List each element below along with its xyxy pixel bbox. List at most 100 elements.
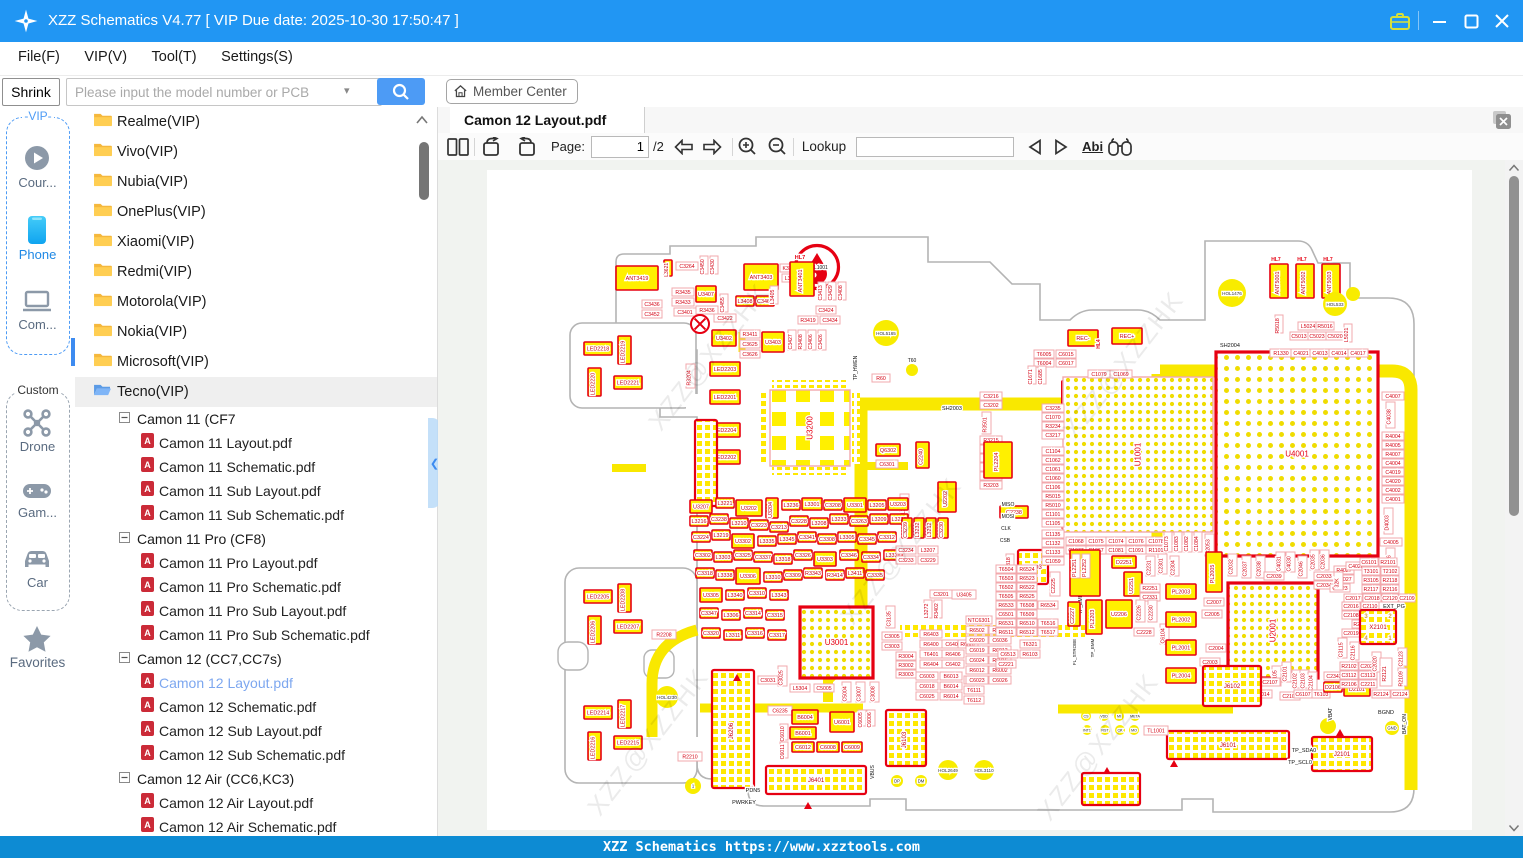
zoom-in-button[interactable] xyxy=(733,135,763,159)
abi-text-tool[interactable]: Abi xyxy=(1082,139,1103,154)
sidebar-item-game[interactable] xyxy=(22,481,52,506)
svg-text:R4005: R4005 xyxy=(1385,443,1400,449)
svg-text:C3302: C3302 xyxy=(695,553,711,559)
tree-file-row[interactable]: A Camon 11 Pro Sub Schematic.pdf xyxy=(75,623,437,647)
tree-folder-row[interactable]: Vivo(VIP) xyxy=(75,137,437,167)
svg-text:Q6302: Q6302 xyxy=(880,448,896,454)
tree-folder-row[interactable]: Redmi(VIP) xyxy=(75,257,437,287)
tree-folder-row-active[interactable]: Tecno(VIP) xyxy=(75,377,437,407)
chevron-down-icon[interactable]: ▾ xyxy=(344,84,350,97)
briefcase-icon[interactable] xyxy=(1388,9,1412,33)
find-previous-button[interactable] xyxy=(1022,135,1048,159)
tree-file-row[interactable]: A Camon 11 Schematic.pdf xyxy=(75,455,437,479)
tree-group-row[interactable]: Camon 11 Pro (CF8) xyxy=(75,527,437,551)
svg-text:LED2208: LED2208 xyxy=(621,589,627,611)
pdf-canvas-area[interactable]: U3200 U3001 U1001 U4001 U2001 WFL1001 ANT3419 L… xyxy=(438,160,1523,836)
tree-file-row[interactable]: A Camon 12 Sub Schematic.pdf xyxy=(75,743,437,767)
tree-folder-row[interactable]: Motorola(VIP) xyxy=(75,287,437,317)
expander-icon[interactable] xyxy=(119,410,130,428)
svg-text:X2101: X2101 xyxy=(1369,625,1387,631)
page-back-button[interactable] xyxy=(670,135,698,159)
tree-folder-row[interactable]: Nubia(VIP) xyxy=(75,167,437,197)
svg-text:C1068: C1068 xyxy=(1068,539,1083,545)
lookup-input[interactable] xyxy=(856,136,1015,157)
tree-scrollbar-thumb[interactable] xyxy=(419,142,429,200)
home-icon xyxy=(454,85,467,98)
close-button[interactable] xyxy=(1489,9,1515,33)
tree-group-row[interactable]: Camon 12 Air (CC6,KC3) xyxy=(75,767,437,791)
svg-text:C3345: C3345 xyxy=(859,537,875,543)
tree-file-row[interactable]: A Camon 11 Pro Layout.pdf xyxy=(75,551,437,575)
svg-text:C1133: C1133 xyxy=(1046,550,1061,556)
svg-text:C3436: C3436 xyxy=(644,302,659,308)
tree-file-row[interactable]: A Camon 11 Sub Layout.pdf xyxy=(75,479,437,503)
tree-file-row[interactable]: A Camon 12 Air Layout.pdf xyxy=(75,791,437,815)
svg-text:C6513: C6513 xyxy=(1000,652,1015,658)
viewer-scrollbar[interactable] xyxy=(1505,160,1523,836)
find-next-button[interactable] xyxy=(1048,135,1074,159)
sidebar-item-car[interactable] xyxy=(22,547,52,576)
zoom-out-button[interactable] xyxy=(763,135,793,159)
shrink-button[interactable]: Shrink xyxy=(2,78,60,106)
tree-folder-row[interactable]: Nokia(VIP) xyxy=(75,317,437,347)
rotate-left-button[interactable] xyxy=(475,135,509,159)
tree-file-row[interactable]: A Camon 11 Pro Schematic.pdf xyxy=(75,575,437,599)
svg-text:C3326: C3326 xyxy=(795,553,811,559)
tree-group-row[interactable]: Camon 11 (CF7 xyxy=(75,407,437,431)
menu-settings[interactable]: Settings(S) xyxy=(211,42,303,65)
tree-file-row[interactable]: A Camon 11 Pro Sub Layout.pdf xyxy=(75,599,437,623)
tree-file-row[interactable]: A Camon 12 Schematic.pdf xyxy=(75,695,437,719)
tree-group-row[interactable]: Camon 12 (CC7,CC7s) xyxy=(75,647,437,671)
expander-icon[interactable] xyxy=(119,770,130,788)
menu-tool[interactable]: Tool(T) xyxy=(142,42,207,65)
menu-vip[interactable]: VIP(V) xyxy=(74,42,137,65)
tree-file-row[interactable]: A Camon 11 Sub Schematic.pdf xyxy=(75,503,437,527)
pdf-icon: A xyxy=(141,433,154,453)
model-search-input[interactable] xyxy=(66,78,382,106)
tree-folder-row[interactable]: Xiaomi(VIP) xyxy=(75,227,437,257)
svg-text:T6401: T6401 xyxy=(924,652,939,658)
expander-icon[interactable] xyxy=(119,650,130,668)
sidebar-item-computer[interactable] xyxy=(22,289,52,320)
binoculars-search-button[interactable] xyxy=(1103,135,1137,159)
scroll-down-icon[interactable] xyxy=(1508,824,1520,832)
page-forward-button[interactable] xyxy=(698,135,726,159)
expander-icon[interactable] xyxy=(119,530,130,548)
search-button[interactable] xyxy=(377,78,425,105)
custom-group-label: Custom xyxy=(15,383,61,397)
tree-file-row[interactable]: A Camon 11 Layout.pdf xyxy=(75,431,437,455)
sidebar-item-phone[interactable] xyxy=(27,215,47,250)
sidebar-item-favorites[interactable] xyxy=(22,625,52,658)
svg-text:C2343: C2343 xyxy=(1326,674,1341,680)
member-center-button[interactable]: Member Center xyxy=(446,79,578,104)
tree-folder-row[interactable]: OnePlus(VIP) xyxy=(75,197,437,227)
svg-text:R2117: R2117 xyxy=(1364,587,1379,593)
svg-text:L3301: L3301 xyxy=(805,502,820,508)
rotate-right-button[interactable] xyxy=(509,135,543,159)
app-logo-icon xyxy=(14,9,38,33)
menu-file[interactable]: File(F) xyxy=(8,42,70,65)
tree-group-label: Camon 12 Air (CC6,KC3) xyxy=(137,771,295,787)
tab-camon12-layout[interactable]: Camon 12 Layout.pdf xyxy=(450,107,645,133)
sidebar-item-courses[interactable] xyxy=(24,145,50,176)
sidebar-item-drone[interactable] xyxy=(23,409,51,442)
svg-text:R5015: R5015 xyxy=(1045,494,1060,500)
tree-file-row[interactable]: A Camon 12 Layout.pdf xyxy=(75,671,437,695)
minimize-button[interactable] xyxy=(1426,9,1452,33)
tree-file-row[interactable]: A Camon 12 Air Schematic.pdf xyxy=(75,815,437,836)
svg-text:C6005: C6005 xyxy=(858,712,864,727)
maximize-button[interactable] xyxy=(1458,9,1484,33)
svg-text:L3207: L3207 xyxy=(921,548,936,554)
tree-folder-row[interactable]: Realme(VIP) xyxy=(75,107,437,137)
scroll-up-icon[interactable] xyxy=(1508,164,1520,172)
page-number-input[interactable] xyxy=(590,135,649,158)
facing-pages-button[interactable] xyxy=(442,135,474,159)
close-all-tabs-button[interactable] xyxy=(1492,110,1512,130)
tree-scroll-up-icon[interactable] xyxy=(415,115,429,125)
svg-text:C2227: C2227 xyxy=(1070,608,1076,624)
viewer-scrollbar-thumb[interactable] xyxy=(1509,176,1519,516)
tree-file-row[interactable]: A Camon 12 Sub Layout.pdf xyxy=(75,719,437,743)
tree-folder-row[interactable]: Microsoft(VIP) xyxy=(75,347,437,377)
svg-text:A: A xyxy=(144,604,151,614)
folder-icon xyxy=(93,112,112,132)
